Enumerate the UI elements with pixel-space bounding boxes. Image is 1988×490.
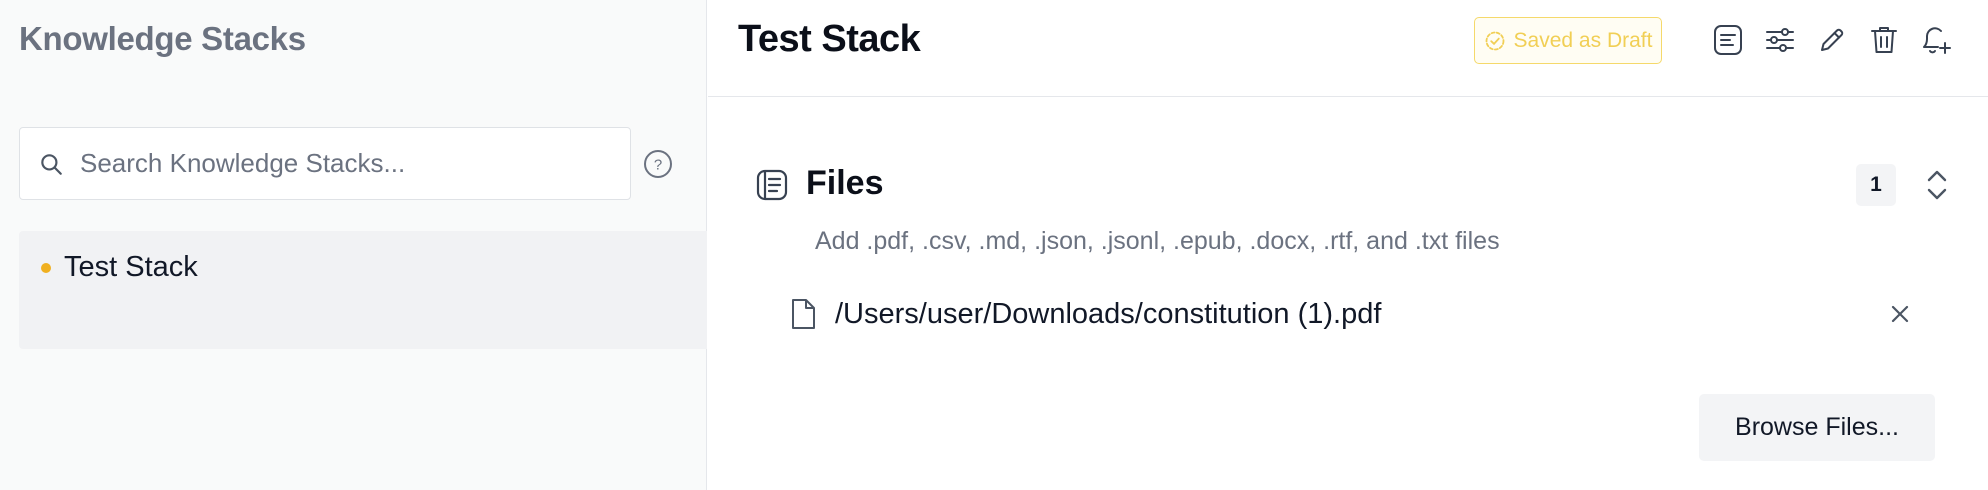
draft-check-icon: [1485, 31, 1504, 50]
sidebar-item-label: Test Stack: [64, 251, 198, 283]
chevron-up-down-icon[interactable]: [1918, 165, 1956, 205]
pencil-icon: [1821, 28, 1844, 51]
file-list-item: /Users/user/Downloads/constitution (1).p…: [788, 293, 1938, 339]
status-badge: Saved as Draft: [1474, 17, 1662, 64]
trash-icon: [1871, 27, 1897, 53]
status-dot: [41, 263, 51, 273]
files-subtitle: Add .pdf, .csv, .md, .json, .jsonl, .epu…: [815, 227, 1500, 255]
delete-button[interactable]: [1864, 20, 1904, 60]
browse-files-button[interactable]: Browse Files...: [1699, 394, 1935, 461]
settings-sliders-button[interactable]: [1760, 20, 1800, 60]
sidebar-item-test-stack[interactable]: Test Stack: [19, 231, 707, 349]
edit-button[interactable]: [1812, 20, 1852, 60]
document-summary-button[interactable]: [1708, 20, 1748, 60]
search-icon: [41, 153, 62, 175]
document-summary-icon: [1714, 25, 1742, 55]
search-input[interactable]: [80, 148, 600, 179]
sidebar-title: Knowledge Stacks: [19, 20, 306, 57]
close-icon[interactable]: [1885, 299, 1915, 329]
files-icon: [756, 169, 788, 201]
main-panel: Test Stack Saved as Draft Files 1 Add .p…: [708, 0, 1988, 490]
search-box[interactable]: [19, 127, 631, 200]
file-icon: [792, 299, 815, 329]
files-count-badge: 1: [1856, 164, 1896, 206]
sidebar: Knowledge Stacks ? Test Stack: [0, 0, 707, 490]
status-badge-label: Saved as Draft: [1513, 28, 1653, 52]
svg-text:?: ?: [654, 157, 662, 174]
files-section: Files 1 Add .pdf, .csv, .md, .json, .jso…: [708, 97, 1988, 490]
add-alert-button[interactable]: [1916, 20, 1956, 60]
header: Test Stack Saved as Draft: [708, 0, 1988, 97]
page-title: Test Stack: [738, 18, 921, 60]
sliders-icon: [1766, 28, 1794, 52]
bell-plus-icon: [1923, 27, 1951, 54]
files-title: Files: [806, 164, 884, 202]
file-path: /Users/user/Downloads/constitution (1).p…: [835, 298, 1382, 330]
help-icon[interactable]: ?: [642, 148, 674, 180]
